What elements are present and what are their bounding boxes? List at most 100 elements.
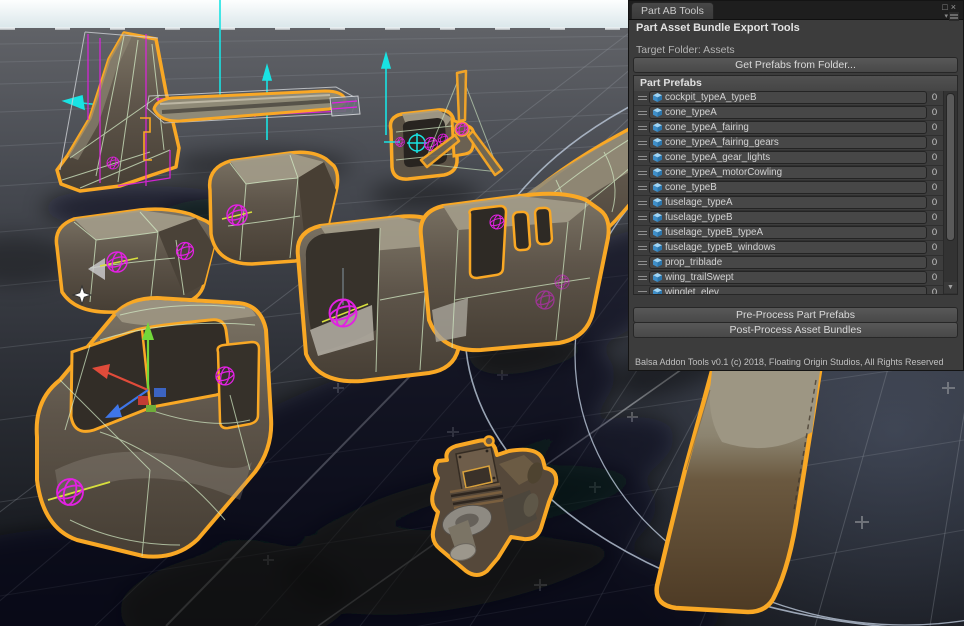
prefab-name: fuselage_typeB	[665, 212, 733, 223]
prefab-name: fuselage_typeB_windows	[665, 242, 776, 253]
prefab-name: fuselage_typeA	[665, 197, 733, 208]
drag-handle-icon[interactable]	[636, 216, 649, 220]
prefab-name: cone_typeA_motorCowling	[665, 167, 782, 178]
prefab-name: cone_typeB	[665, 182, 717, 193]
part-prefabs-list: Part Prefabs cockpit_typeA_typeB 0	[633, 75, 958, 295]
list-item[interactable]: fuselage_typeB_windows 0	[634, 241, 944, 256]
prefab-count: 0	[927, 272, 942, 283]
drag-handle-icon[interactable]	[636, 261, 649, 265]
list-item[interactable]: fuselage_typeA 0	[634, 196, 944, 211]
prefab-name: wing_trailSwept	[665, 272, 734, 283]
list-item[interactable]: cone_typeB 0	[634, 181, 944, 196]
prefab-count: 0	[927, 242, 942, 253]
prefab-cube-icon	[653, 183, 662, 192]
prefab-field[interactable]: cone_typeA_gear_lights	[649, 151, 927, 164]
prefab-cube-icon	[653, 213, 662, 222]
prefab-count: 0	[927, 227, 942, 238]
part-fuselage-typeb-windows[interactable]	[421, 194, 609, 350]
drag-handle-icon[interactable]	[636, 171, 649, 175]
prefab-cube-icon	[653, 123, 662, 132]
list-item[interactable]: cone_typeA 0	[634, 106, 944, 121]
prefab-field[interactable]: winglet_elev	[649, 286, 927, 295]
list-item[interactable]: cone_typeA_gear_lights 0	[634, 151, 944, 166]
list-item[interactable]: cone_typeA_fairing 0	[634, 121, 944, 136]
chevron-down-icon: ▾	[944, 13, 948, 20]
prefab-field[interactable]: cone_typeB	[649, 181, 927, 194]
prefab-count: 0	[927, 92, 942, 103]
drag-handle-icon[interactable]	[636, 141, 649, 145]
scroll-down-icon[interactable]: ▼	[944, 282, 957, 293]
list-item[interactable]: fuselage_typeB_typeA 0	[634, 226, 944, 241]
prefab-field[interactable]: prop_triblade	[649, 256, 927, 269]
list-scrollbar[interactable]: ▼	[943, 91, 957, 294]
prefab-count: 0	[927, 122, 942, 133]
editor-screen: Part AB Tools □× ▾ Part Asset Bundle Exp…	[0, 0, 964, 626]
list-item[interactable]: prop_triblade 0	[634, 256, 944, 271]
prefab-count: 0	[927, 152, 942, 163]
prefab-count: 0	[927, 257, 942, 268]
drag-handle-icon[interactable]	[636, 246, 649, 250]
prefab-name: cockpit_typeA_typeB	[665, 92, 757, 103]
list-item[interactable]: wing_trailSwept 0	[634, 271, 944, 286]
maximize-icon[interactable]: □	[942, 2, 950, 12]
prefab-field[interactable]: cone_typeA_fairing	[649, 121, 927, 134]
list-item[interactable]: cockpit_typeA_typeB 0	[634, 91, 944, 106]
prefab-count: 0	[927, 167, 942, 178]
drag-handle-icon[interactable]	[636, 231, 649, 235]
list-item[interactable]: winglet_elev 0	[634, 286, 944, 295]
prefab-count: 0	[927, 182, 942, 193]
prefab-field[interactable]: cone_typeA	[649, 106, 927, 119]
preprocess-button[interactable]: Pre-Process Part Prefabs	[633, 307, 958, 323]
part-ab-tools-window: Part AB Tools □× ▾ Part Asset Bundle Exp…	[628, 0, 964, 371]
postprocess-button[interactable]: Post-Process Asset Bundles	[633, 322, 958, 338]
prefab-count: 0	[927, 107, 942, 118]
prefab-cube-icon	[653, 168, 662, 177]
prefab-field[interactable]: cone_typeA_motorCowling	[649, 166, 927, 179]
drag-handle-icon[interactable]	[636, 291, 649, 295]
prefab-name: cone_typeA_fairing	[665, 122, 749, 133]
list-header: Part Prefabs	[634, 76, 957, 92]
scrollbar-thumb[interactable]	[946, 93, 955, 241]
prefab-cube-icon	[653, 243, 662, 252]
prefab-cube-icon	[653, 138, 662, 147]
close-icon[interactable]: ×	[951, 2, 959, 12]
prefab-cube-icon	[653, 108, 662, 117]
pane-menu-icon[interactable]: ▾	[944, 12, 959, 21]
window-tabbar: Part AB Tools □× ▾	[629, 1, 963, 20]
prefab-name: winglet_elev	[665, 287, 719, 295]
prefab-field[interactable]: fuselage_typeA	[649, 196, 927, 209]
target-folder-label: Target Folder: Assets	[636, 44, 735, 56]
list-item[interactable]: cone_typeA_motorCowling 0	[634, 166, 944, 181]
prefab-cube-icon	[653, 288, 662, 295]
prefab-cube-icon	[653, 273, 662, 282]
drag-handle-icon[interactable]	[636, 156, 649, 160]
list-item[interactable]: fuselage_typeB 0	[634, 211, 944, 226]
prefab-field[interactable]: fuselage_typeB	[649, 211, 927, 224]
prefab-field[interactable]: wing_trailSwept	[649, 271, 927, 284]
drag-handle-icon[interactable]	[636, 201, 649, 205]
window-controls[interactable]: □×	[942, 2, 959, 12]
menu-grid-icon	[949, 12, 959, 21]
prefab-field[interactable]: fuselage_typeB_typeA	[649, 226, 927, 239]
prefab-field[interactable]: fuselage_typeB_windows	[649, 241, 927, 254]
list-item[interactable]: cone_typeA_fairing_gears 0	[634, 136, 944, 151]
get-prefabs-button[interactable]: Get Prefabs from Folder...	[633, 57, 958, 73]
prefab-name: prop_triblade	[665, 257, 722, 268]
prefab-rows: cockpit_typeA_typeB 0 cone_typeA 0	[634, 91, 944, 294]
drag-handle-icon[interactable]	[636, 276, 649, 280]
prefab-cube-icon	[653, 153, 662, 162]
prefab-name: cone_typeA_fairing_gears	[665, 137, 779, 148]
tab-part-ab-tools[interactable]: Part AB Tools	[631, 2, 714, 19]
prefab-field[interactable]: cone_typeA_fairing_gears	[649, 136, 927, 149]
drag-handle-icon[interactable]	[636, 111, 649, 115]
drag-handle-icon[interactable]	[636, 96, 649, 100]
drag-handle-icon[interactable]	[636, 186, 649, 190]
drag-handle-icon[interactable]	[636, 126, 649, 130]
prefab-field[interactable]: cockpit_typeA_typeB	[649, 91, 927, 104]
footer-credits: Balsa Addon Tools v0.1 (c) 2018, Floatin…	[635, 357, 959, 367]
prefab-cube-icon	[653, 228, 662, 237]
prefab-count: 0	[927, 287, 942, 295]
prefab-count: 0	[927, 212, 942, 223]
prefab-cube-icon	[653, 198, 662, 207]
prefab-cube-icon	[653, 93, 662, 102]
